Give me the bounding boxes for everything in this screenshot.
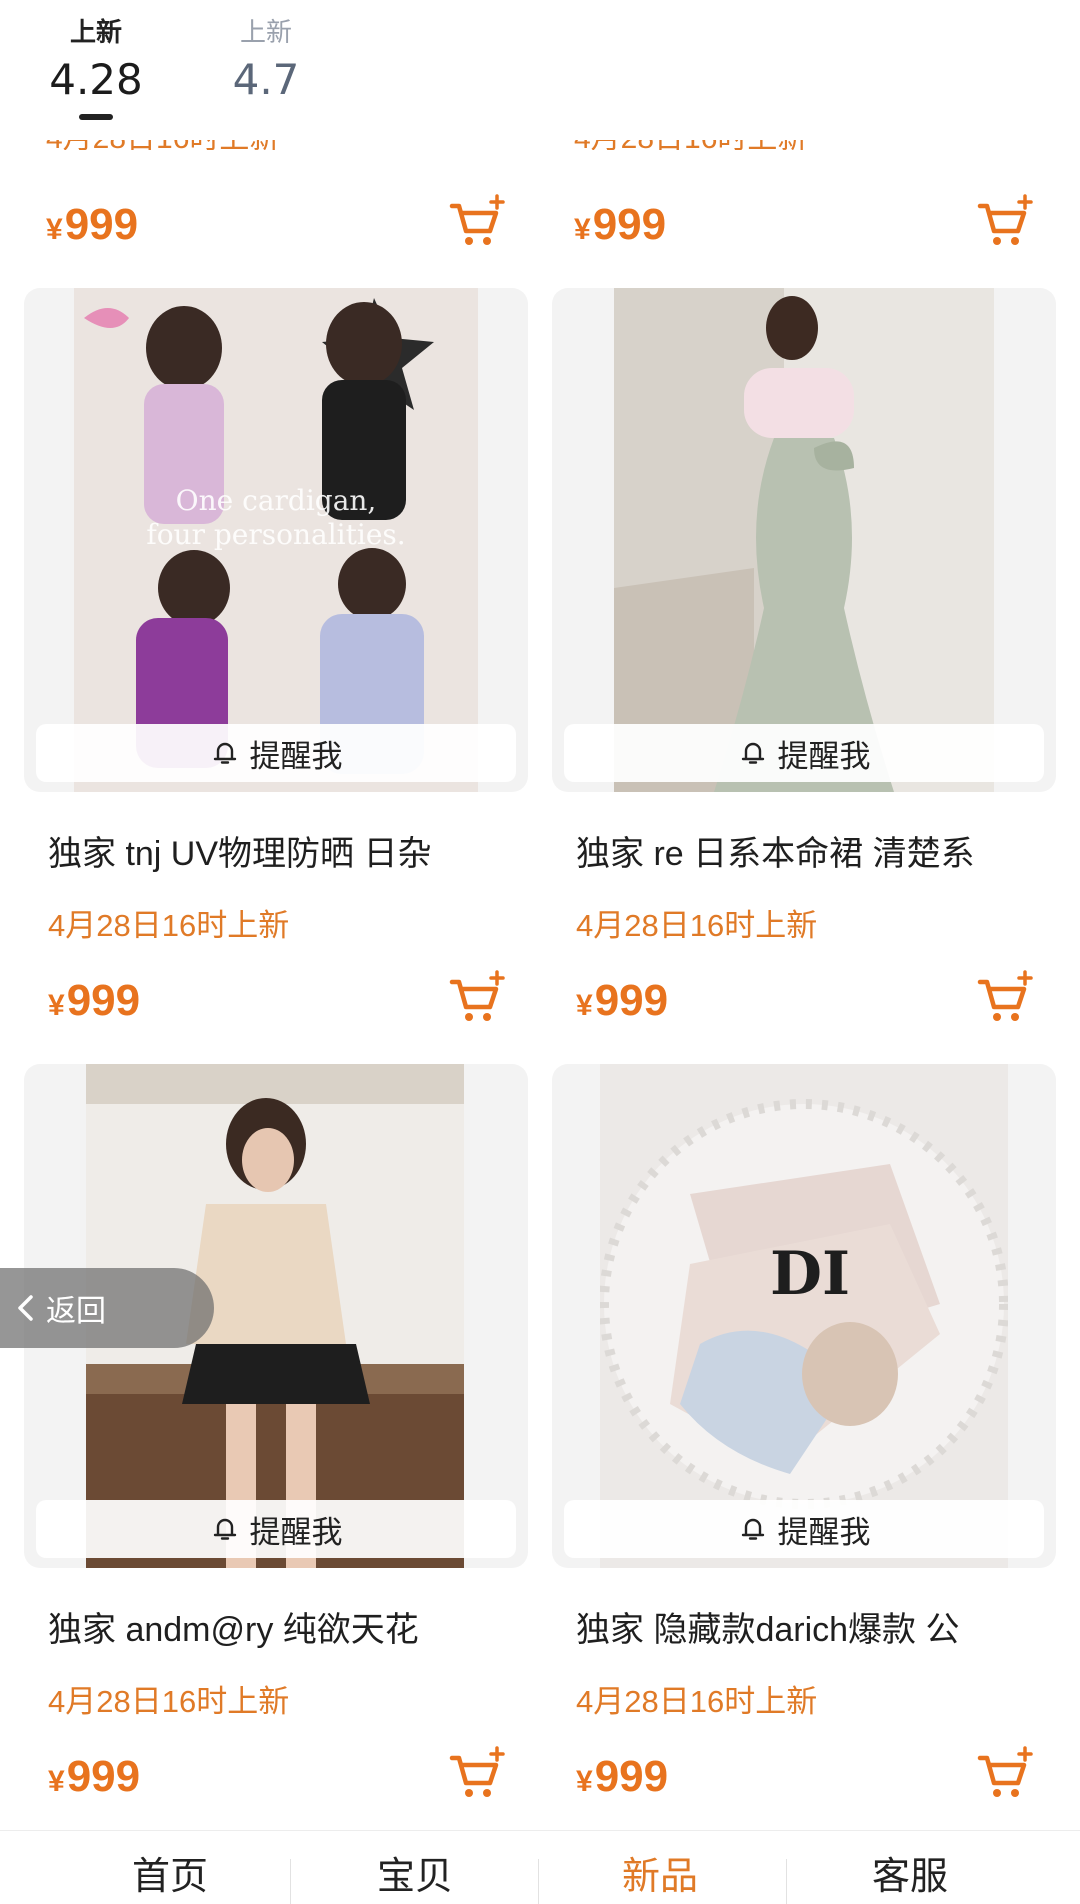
product-image[interactable]: 提醒我 bbox=[552, 288, 1056, 792]
nav-item-products[interactable]: 宝贝 bbox=[305, 1845, 525, 1904]
add-to-cart-button[interactable] bbox=[446, 968, 506, 1028]
date-tab-4-7[interactable]: 上新 4.7 bbox=[206, 12, 326, 108]
bell-icon bbox=[741, 1518, 764, 1540]
product-card[interactable]: DI 提醒我 独家 隐藏款darich爆款 公 4月28日16时上新 ¥999 bbox=[552, 1064, 1056, 1824]
product-title[interactable]: 独家 andm@ry 纯欲天花 bbox=[48, 1602, 518, 1651]
remind-me-label: 提醒我 bbox=[249, 1514, 343, 1550]
price: ¥999 bbox=[576, 1752, 669, 1801]
launch-time: 4月28日16时上新 bbox=[576, 1684, 818, 1719]
cart-plus-icon bbox=[977, 1746, 1033, 1797]
price: ¥999 bbox=[574, 200, 667, 249]
date-tab-date: 4.28 bbox=[49, 55, 143, 104]
cart-plus-icon bbox=[449, 194, 505, 245]
product-title[interactable]: 独家 tnj UV物理防晒 日杂 bbox=[48, 826, 518, 875]
cardigan-collage-photo: One cardigan, four personalities. bbox=[74, 288, 478, 792]
nav-divider bbox=[538, 1859, 539, 1904]
date-tab-4-28[interactable]: 上新 4.28 bbox=[36, 12, 156, 120]
price: ¥999 bbox=[576, 976, 669, 1025]
cart-plus-icon bbox=[449, 970, 505, 1021]
bell-icon bbox=[213, 1518, 236, 1540]
product-title[interactable]: 独家 re 日系本命裙 清楚系 bbox=[576, 826, 1046, 875]
bell-icon bbox=[213, 742, 236, 764]
launch-time: 4月28日16时上新 bbox=[48, 1684, 290, 1719]
product-image[interactable]: DI 提醒我 bbox=[552, 1064, 1056, 1568]
product-card[interactable]: 提醒我 独家 andm@ry 纯欲天花 4月28日16时上新 ¥999 bbox=[24, 1064, 528, 1824]
product-card[interactable]: One cardigan, four personalities. 提醒我 独家… bbox=[24, 288, 528, 1048]
product-title[interactable]: 独家 隐藏款darich爆款 公 bbox=[576, 1602, 1046, 1651]
remind-me-button[interactable]: 提醒我 bbox=[564, 724, 1044, 782]
launch-time: 4月28日16时上新 bbox=[48, 908, 290, 943]
nav-divider bbox=[786, 1859, 787, 1904]
date-tab-date: 4.7 bbox=[232, 55, 300, 104]
add-to-cart-button[interactable] bbox=[446, 1744, 506, 1804]
date-tab-label: 上新 bbox=[69, 17, 122, 47]
remind-me-button[interactable]: 提醒我 bbox=[36, 724, 516, 782]
cart-plus-icon bbox=[977, 970, 1033, 1021]
chevron-left-icon bbox=[18, 1295, 33, 1321]
nav-item-new-arrivals[interactable]: 新品 bbox=[550, 1845, 770, 1904]
cart-plus-icon bbox=[977, 194, 1033, 245]
price: ¥999 bbox=[46, 200, 139, 249]
date-tab-label: 上新 bbox=[239, 17, 292, 47]
active-tab-indicator bbox=[79, 114, 113, 120]
bell-icon bbox=[741, 742, 764, 764]
product-card[interactable]: 提醒我 独家 re 日系本命裙 清楚系 4月28日16时上新 ¥999 bbox=[552, 288, 1056, 1048]
remind-me-button[interactable]: 提醒我 bbox=[36, 1500, 516, 1558]
launch-time: 4月28日16时上新 bbox=[576, 908, 818, 943]
remind-me-label: 提醒我 bbox=[249, 738, 343, 774]
nav-item-customer-service[interactable]: 客服 bbox=[800, 1845, 1020, 1904]
nav-item-home[interactable]: 首页 bbox=[60, 1845, 280, 1904]
price: ¥999 bbox=[48, 976, 141, 1025]
product-image[interactable]: One cardigan, four personalities. 提醒我 bbox=[24, 288, 528, 792]
back-button[interactable]: 返回 bbox=[0, 1268, 214, 1348]
remind-me-button[interactable]: 提醒我 bbox=[564, 1500, 1044, 1558]
cart-plus-icon bbox=[449, 1746, 505, 1797]
price: ¥999 bbox=[48, 1752, 141, 1801]
add-to-cart-button[interactable] bbox=[446, 192, 506, 252]
back-label: 返回 bbox=[46, 1295, 106, 1328]
svg-text:DI: DI bbox=[770, 1239, 850, 1309]
remind-me-label: 提醒我 bbox=[777, 1514, 871, 1550]
mermaid-skirt-photo bbox=[614, 288, 994, 792]
add-to-cart-button[interactable] bbox=[974, 192, 1034, 252]
date-tab-bar: 上新 4.28 上新 4.7 bbox=[0, 0, 1080, 140]
add-to-cart-button[interactable] bbox=[974, 1744, 1034, 1804]
darich-card-photo: DI bbox=[600, 1064, 1008, 1568]
bottom-nav: 首页 宝贝 新品 客服 bbox=[0, 1830, 1080, 1904]
svg-text:One cardigan,: One cardigan, bbox=[176, 484, 377, 517]
nav-divider bbox=[290, 1859, 291, 1904]
add-to-cart-button[interactable] bbox=[974, 968, 1034, 1028]
remind-me-label: 提醒我 bbox=[777, 738, 871, 774]
previous-product-row: 4月28日16时上新 4月28日16时上新 ¥999 ¥999 bbox=[0, 128, 1080, 266]
svg-text:four personalities.: four personalities. bbox=[146, 518, 405, 551]
